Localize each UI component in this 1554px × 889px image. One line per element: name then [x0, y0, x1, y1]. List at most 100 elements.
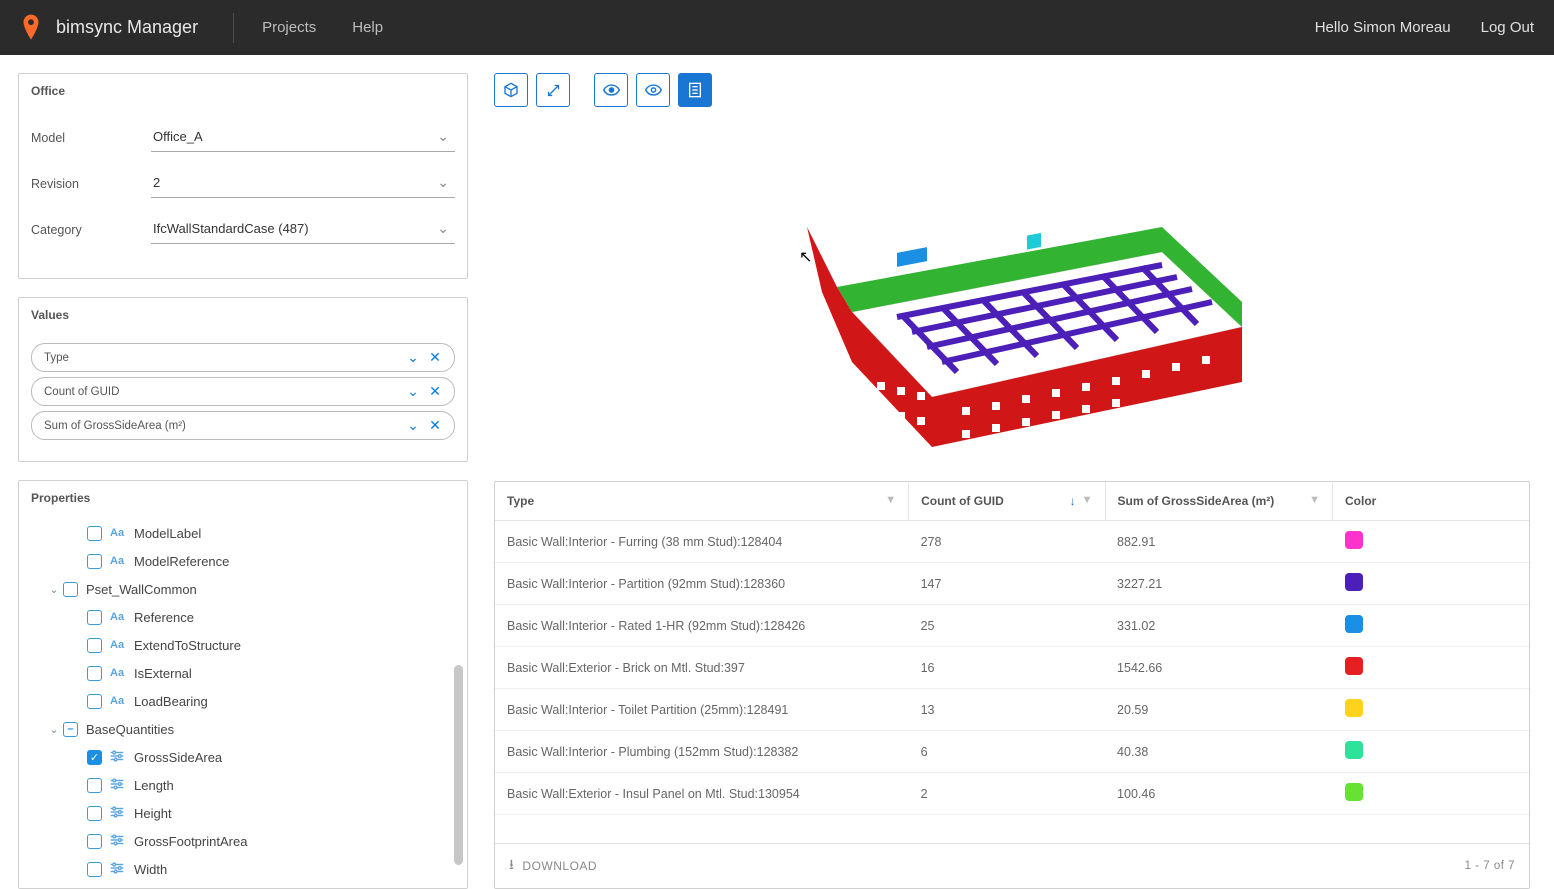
revision-select[interactable]: 2 ⌄ [151, 170, 455, 198]
eye-hide-button[interactable] [636, 73, 670, 107]
view-expand-button[interactable] [536, 73, 570, 107]
scrollbar-thumb[interactable] [454, 665, 463, 865]
download-button[interactable]: DOWNLOAD [522, 859, 597, 873]
office-panel-title: Office [19, 74, 467, 108]
checkbox[interactable] [87, 666, 102, 681]
cell-count: 2 [909, 773, 1105, 815]
property-row[interactable]: Width [87, 855, 467, 883]
col-sum[interactable]: Sum of GrossSideArea (m²)▼ [1105, 482, 1332, 521]
col-color[interactable]: Color [1333, 482, 1529, 521]
property-row[interactable]: GrossFootprintArea [87, 827, 467, 855]
view-properties-button[interactable] [678, 73, 712, 107]
chevron-down-icon[interactable]: ⌄ [406, 349, 420, 366]
cell-count: 13 [909, 689, 1105, 731]
cell-count: 147 [909, 563, 1105, 605]
model-label: Model [31, 131, 151, 145]
checkbox[interactable] [87, 526, 102, 541]
cell-color [1333, 731, 1529, 773]
cell-sum: 882.91 [1105, 521, 1332, 563]
property-row[interactable]: Height [87, 799, 467, 827]
cell-type: Basic Wall:Exterior - Insul Panel on Mtl… [495, 773, 909, 815]
divider [233, 13, 234, 43]
col-type[interactable]: Type▼ [495, 482, 909, 521]
checkbox[interactable] [87, 638, 102, 653]
chevron-down-icon[interactable]: ⌄ [406, 417, 420, 434]
checkbox[interactable] [87, 778, 102, 793]
filter-icon[interactable]: ▼ [1082, 494, 1093, 506]
values-panel-title: Values [19, 298, 467, 332]
chevron-down-icon[interactable]: ⌄ [406, 383, 420, 400]
value-pill[interactable]: Count of GUID ⌄ ✕ [31, 377, 455, 406]
sort-desc-icon[interactable]: ↓ [1070, 494, 1076, 508]
checkbox[interactable]: – [63, 722, 78, 737]
table-row[interactable]: Basic Wall:Exterior - Brick on Mtl. Stud… [495, 647, 1529, 689]
revision-value: 2 [153, 175, 160, 190]
color-swatch [1345, 783, 1363, 801]
property-row[interactable]: Length [87, 771, 467, 799]
checkbox[interactable] [87, 554, 102, 569]
model-select[interactable]: Office_A ⌄ [151, 124, 455, 152]
col-count[interactable]: Count of GUID▼↓ [909, 482, 1105, 521]
checkbox[interactable] [87, 834, 102, 849]
sliders-icon [110, 806, 128, 821]
property-label: LoadBearing [134, 694, 208, 709]
property-row[interactable]: AaExtendToStructure [87, 631, 467, 659]
text-type-icon: Aa [110, 667, 128, 679]
table-row[interactable]: Basic Wall:Interior - Toilet Partition (… [495, 689, 1529, 731]
color-swatch [1345, 657, 1363, 675]
close-icon[interactable]: ✕ [428, 383, 442, 400]
nav-projects[interactable]: Projects [262, 19, 316, 36]
filter-icon[interactable]: ▼ [885, 494, 896, 506]
property-row[interactable]: Aa LoadBearing [87, 687, 467, 715]
cell-color [1333, 689, 1529, 731]
property-label: GrossSideArea [134, 750, 222, 765]
model-3d-viewer[interactable]: ↖ [494, 117, 1530, 477]
property-label: Pset_WallCommon [86, 582, 197, 597]
table-row[interactable]: Basic Wall:Interior - Furring (38 mm Stu… [495, 521, 1529, 563]
property-row[interactable]: AaReference [87, 603, 467, 631]
checkbox[interactable] [87, 694, 102, 709]
color-swatch [1345, 741, 1363, 759]
sliders-icon [110, 778, 128, 793]
chevron-down-icon: ⌄ [437, 220, 449, 237]
value-pill[interactable]: Sum of GrossSideArea (m²) ⌄ ✕ [31, 411, 455, 440]
text-type-icon: Aa [110, 695, 128, 707]
filter-icon[interactable]: ▼ [1309, 494, 1320, 506]
chevron-down-icon[interactable]: ⌄ [45, 583, 63, 596]
model-value: Office_A [153, 129, 203, 144]
view-3d-button[interactable] [494, 73, 528, 107]
values-panel: Values Type ⌄ ✕Count of GUID ⌄ ✕Sum of G… [18, 297, 468, 462]
eye-show-button[interactable] [594, 73, 628, 107]
table-row[interactable]: Basic Wall:Interior - Rated 1-HR (92mm S… [495, 605, 1529, 647]
table-row[interactable]: Basic Wall:Interior - Plumbing (152mm St… [495, 731, 1529, 773]
property-row[interactable]: AaIsExternal [87, 659, 467, 687]
cell-type: Basic Wall:Interior - Furring (38 mm Stu… [495, 521, 909, 563]
property-row[interactable]: AaModelLabel [87, 519, 467, 547]
table-row[interactable]: Basic Wall:Interior - Partition (92mm St… [495, 563, 1529, 605]
checkbox[interactable] [63, 582, 78, 597]
logout-link[interactable]: Log Out [1481, 19, 1534, 36]
checkbox[interactable]: ✓ [87, 750, 102, 765]
value-pill[interactable]: Type ⌄ ✕ [31, 343, 455, 372]
checkbox[interactable] [87, 862, 102, 877]
property-row[interactable]: ⌄ Pset_WallCommon [45, 575, 467, 603]
text-type-icon: Aa [110, 555, 128, 567]
property-row[interactable]: ✓ GrossSideArea [87, 743, 467, 771]
chevron-down-icon[interactable]: ⌄ [45, 723, 63, 736]
pill-label: Count of GUID [44, 386, 398, 398]
cell-type: Basic Wall:Interior - Rated 1-HR (92mm S… [495, 605, 909, 647]
cell-sum: 1542.66 [1105, 647, 1332, 689]
checkbox[interactable] [87, 806, 102, 821]
cell-color [1333, 647, 1529, 689]
nav-help[interactable]: Help [352, 19, 383, 36]
text-type-icon: Aa [110, 611, 128, 623]
color-swatch [1345, 573, 1363, 591]
table-row[interactable]: Basic Wall:Exterior - Insul Panel on Mtl… [495, 773, 1529, 815]
property-row[interactable]: ⌄–BaseQuantities [45, 715, 467, 743]
category-select[interactable]: IfcWallStandardCase (487) ⌄ [151, 216, 455, 244]
checkbox[interactable] [87, 610, 102, 625]
category-label: Category [31, 223, 151, 237]
close-icon[interactable]: ✕ [428, 349, 442, 366]
close-icon[interactable]: ✕ [428, 417, 442, 434]
property-row[interactable]: AaModelReference [87, 547, 467, 575]
